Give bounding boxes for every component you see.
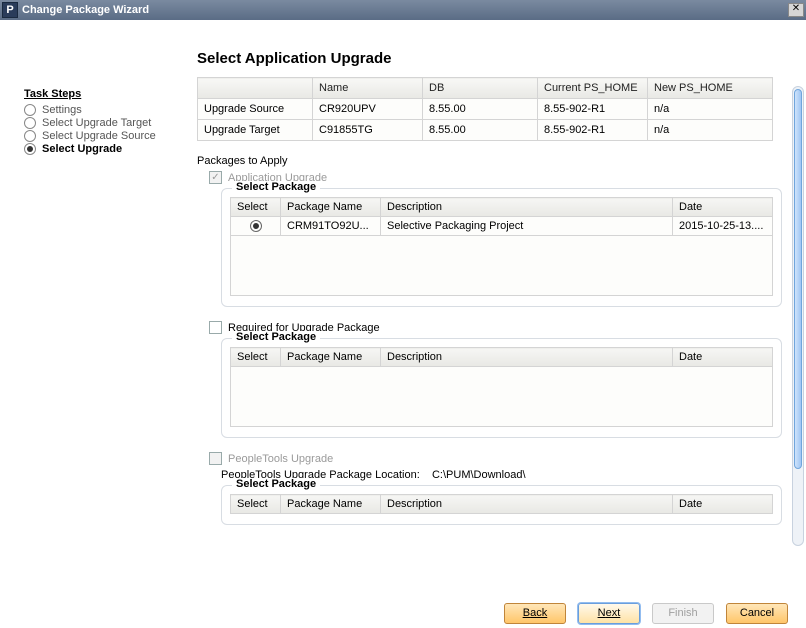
- package-row[interactable]: CRM91TO92U... Selective Packaging Projec…: [231, 217, 773, 236]
- col-current-pshome: Current PS_HOME: [538, 78, 648, 99]
- task-steps-heading: Task Steps: [24, 88, 185, 100]
- col-new-pshome: New PS_HOME: [648, 78, 773, 99]
- next-button[interactable]: Next: [578, 603, 640, 624]
- peopletools-upgrade-checkbox-row: PeopleTools Upgrade: [209, 452, 790, 465]
- finish-button: Finish: [652, 603, 714, 624]
- fieldset-legend: Select Package: [232, 181, 320, 193]
- step-label: Select Upgrade Target: [42, 117, 151, 129]
- package-name-cell: CRM91TO92U...: [281, 217, 381, 236]
- close-icon[interactable]: ✕: [788, 3, 804, 17]
- col-select: Select: [231, 495, 281, 514]
- col-select: Select: [231, 348, 281, 367]
- radio-icon: [24, 104, 36, 116]
- radio-icon: [24, 130, 36, 142]
- wizard-button-bar: Back Next Finish Cancel: [0, 598, 806, 628]
- cancel-button[interactable]: Cancel: [726, 603, 788, 624]
- application-upgrade-fieldset: Select Package Select Package Name Descr…: [221, 188, 782, 307]
- application-upgrade-checkbox: [209, 171, 222, 184]
- table-row: Upgrade Source CR920UPV 8.55.00 8.55-902…: [198, 99, 773, 120]
- col-description: Description: [381, 198, 673, 217]
- radio-icon: [24, 117, 36, 129]
- col-description: Description: [381, 495, 673, 514]
- fieldset-legend: Select Package: [232, 478, 320, 490]
- step-settings[interactable]: Settings: [24, 104, 185, 116]
- package-date-cell: 2015-10-25-13....: [673, 217, 773, 236]
- step-label: Settings: [42, 104, 82, 116]
- col-package-name: Package Name: [281, 495, 381, 514]
- required-upgrade-package-table: Select Package Name Description Date: [230, 347, 773, 427]
- page-title: Select Application Upgrade: [197, 50, 806, 67]
- col-description: Description: [381, 348, 673, 367]
- table-row: Upgrade Target C91855TG 8.55.00 8.55-902…: [198, 120, 773, 141]
- required-upgrade-checkbox[interactable]: [209, 321, 222, 334]
- peopletools-location-value: C:\PUM\Download\: [432, 469, 526, 481]
- content-scroll: Name DB Current PS_HOME New PS_HOME Upgr…: [195, 77, 806, 575]
- peopletools-upgrade-label: PeopleTools Upgrade: [228, 453, 333, 465]
- upgrade-summary-table: Name DB Current PS_HOME New PS_HOME Upgr…: [197, 77, 773, 141]
- app-emblem-icon: P: [2, 2, 18, 18]
- application-upgrade-package-table: Select Package Name Description Date CRM…: [230, 197, 773, 296]
- main-panel: Select Application Upgrade Name DB Curre…: [195, 20, 806, 608]
- step-select-upgrade[interactable]: Select Upgrade: [24, 143, 185, 155]
- package-desc-cell: Selective Packaging Project: [381, 217, 673, 236]
- packages-to-apply-label: Packages to Apply: [197, 155, 790, 167]
- step-select-upgrade-target[interactable]: Select Upgrade Target: [24, 117, 185, 129]
- col-date: Date: [673, 198, 773, 217]
- col-name: Name: [313, 78, 423, 99]
- step-label: Select Upgrade: [42, 143, 122, 155]
- fieldset-legend: Select Package: [232, 331, 320, 343]
- window-title: Change Package Wizard: [22, 4, 788, 16]
- col-package-name: Package Name: [281, 198, 381, 217]
- step-label: Select Upgrade Source: [42, 130, 156, 142]
- step-select-upgrade-source[interactable]: Select Upgrade Source: [24, 130, 185, 142]
- peopletools-upgrade-package-table: Select Package Name Description Date: [230, 494, 773, 514]
- package-select-radio[interactable]: [250, 220, 262, 232]
- col-date: Date: [673, 495, 773, 514]
- task-steps-sidebar: Task Steps Settings Select Upgrade Targe…: [0, 20, 195, 608]
- titlebar: P Change Package Wizard ✕: [0, 0, 806, 20]
- back-button[interactable]: Back: [504, 603, 566, 624]
- scrollbar-thumb[interactable]: [794, 89, 802, 469]
- col-blank: [198, 78, 313, 99]
- col-select: Select: [231, 198, 281, 217]
- vertical-scrollbar[interactable]: [792, 86, 804, 546]
- peopletools-upgrade-checkbox: [209, 452, 222, 465]
- required-upgrade-fieldset: Select Package Select Package Name Descr…: [221, 338, 782, 438]
- col-date: Date: [673, 348, 773, 367]
- col-package-name: Package Name: [281, 348, 381, 367]
- radio-icon: [24, 143, 36, 155]
- col-db: DB: [423, 78, 538, 99]
- peopletools-upgrade-fieldset: Select Package Select Package Name Descr…: [221, 485, 782, 525]
